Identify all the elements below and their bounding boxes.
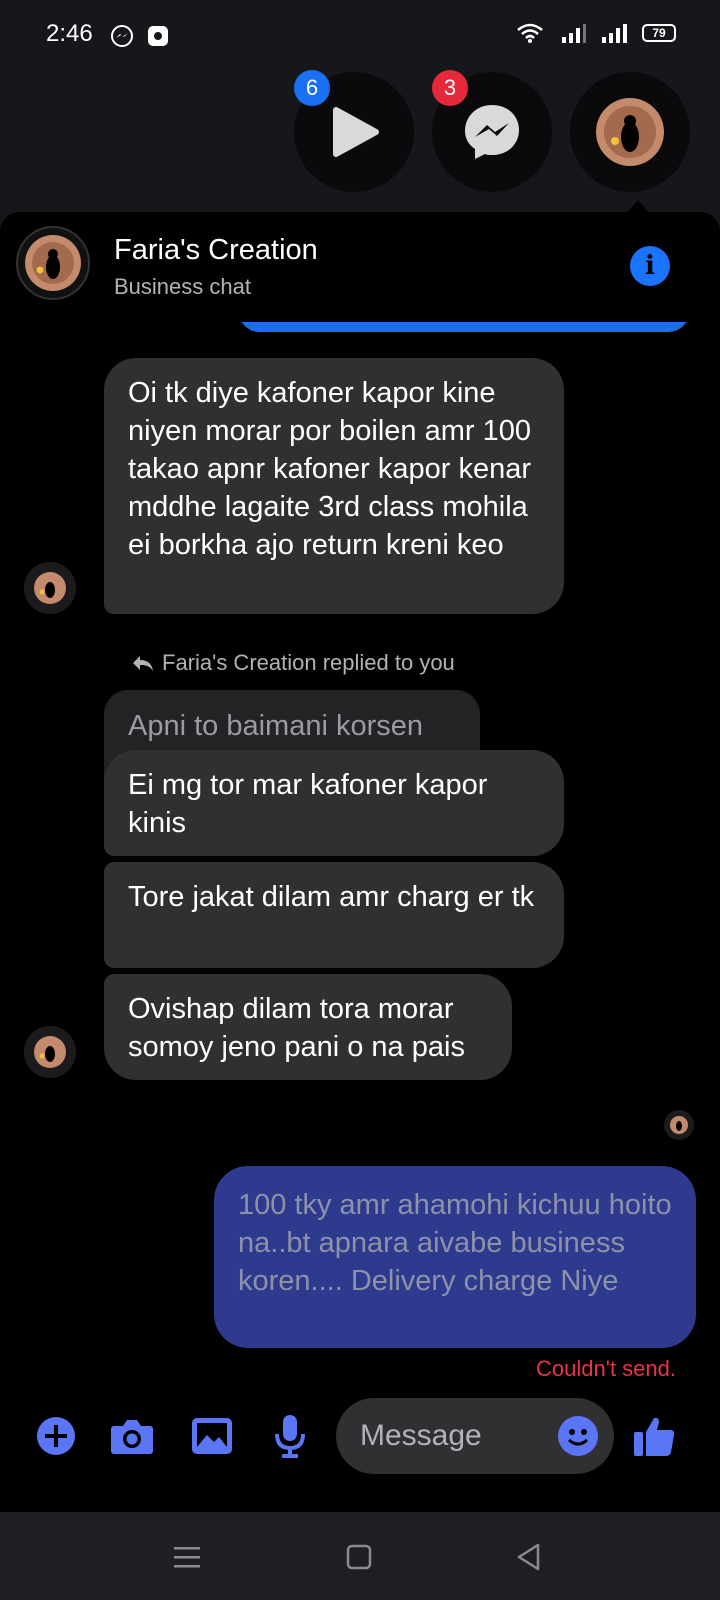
message-input[interactable] xyxy=(360,1416,540,1456)
chat-head-faria-creation[interactable] xyxy=(570,72,690,192)
avatar[interactable] xyxy=(16,226,90,300)
reply-icon xyxy=(133,656,153,671)
battery-icon: 79 xyxy=(642,24,676,42)
signal-icon-2 xyxy=(602,24,627,43)
chat-title[interactable]: Faria's Creation xyxy=(114,234,318,267)
system-navigation-bar xyxy=(0,1512,720,1600)
plus-icon[interactable] xyxy=(34,1414,78,1458)
menu-icon[interactable] xyxy=(172,1542,202,1572)
unread-badge: 3 xyxy=(432,70,468,106)
camera-icon[interactable] xyxy=(110,1414,154,1458)
status-bar: 2:46 79 xyxy=(0,0,720,72)
screen-record-icon xyxy=(148,26,168,46)
chat-head-messenger[interactable]: 3 xyxy=(432,70,552,192)
status-icons: 79 xyxy=(516,22,676,44)
home-icon[interactable] xyxy=(344,1542,374,1572)
message-composer xyxy=(0,1396,720,1486)
sender-avatar-icon xyxy=(24,562,76,614)
faria-creation-logo xyxy=(596,98,664,166)
chat-panel: Faria's Creation Business chat i Oi tk d… xyxy=(0,212,720,1512)
received-message[interactable]: Ovishap dilam tora morar somoy jeno pani… xyxy=(104,974,512,1080)
play-icon xyxy=(333,107,379,157)
info-icon[interactable]: i xyxy=(630,246,670,286)
message-field[interactable] xyxy=(336,1398,614,1474)
microphone-icon[interactable] xyxy=(268,1414,312,1458)
reply-label-text: Faria's Creation replied to you xyxy=(162,650,455,675)
emoji-icon[interactable] xyxy=(558,1416,598,1456)
received-message[interactable]: Oi tk diye kafoner kapor kine niyen mora… xyxy=(104,358,564,614)
faria-creation-avatar-icon xyxy=(25,235,81,291)
gallery-icon[interactable] xyxy=(190,1414,234,1458)
sent-message[interactable]: 100 tky amr ahamohi kichuu hoito na..bt … xyxy=(214,1166,696,1348)
back-icon[interactable] xyxy=(514,1542,544,1572)
wifi-icon xyxy=(517,23,543,43)
send-error-text[interactable]: Couldn't send. xyxy=(536,1356,676,1382)
reply-label: Faria's Creation replied to you xyxy=(132,650,455,676)
unread-badge: 6 xyxy=(294,70,330,106)
like-icon[interactable] xyxy=(632,1414,676,1458)
received-message[interactable]: Tore jakat dilam amr charg er tk xyxy=(104,862,564,968)
chat-header: Faria's Creation Business chat i xyxy=(0,212,720,322)
sender-avatar-icon xyxy=(24,1026,76,1078)
clock: 2:46 xyxy=(46,20,93,47)
received-message[interactable]: Ei mg tor mar kafoner kapor kinis xyxy=(104,750,564,856)
messenger-notification-icon xyxy=(111,25,133,47)
signal-icon-1 xyxy=(562,24,586,43)
chat-subtitle: Business chat xyxy=(114,274,251,299)
messenger-icon xyxy=(465,105,519,159)
chat-head-video[interactable]: 6 xyxy=(294,70,414,192)
seen-avatar-icon xyxy=(664,1110,694,1140)
